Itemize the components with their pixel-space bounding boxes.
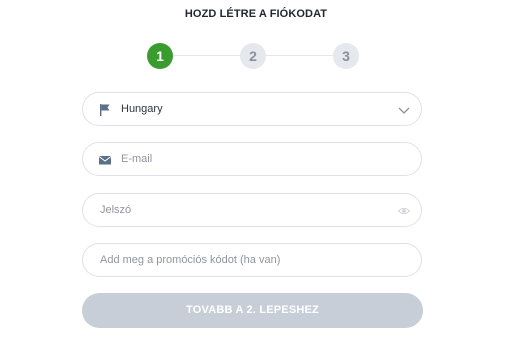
email-placeholder: E-mail xyxy=(121,153,153,165)
chevron-down-icon[interactable] xyxy=(397,103,411,117)
step-2: 2 xyxy=(240,43,266,69)
eye-icon[interactable] xyxy=(397,204,411,218)
password-field[interactable]: Jelszó xyxy=(82,193,422,227)
password-placeholder: Jelszó xyxy=(100,204,132,216)
step-connector xyxy=(173,55,240,56)
step-3: 3 xyxy=(333,43,359,69)
promo-code-placeholder: Add meg a promóciós kódot (ha van) xyxy=(100,254,281,266)
envelope-icon xyxy=(98,153,112,167)
page-title: HOZD LÉTRE A FIÓKODAT xyxy=(184,8,328,20)
registration-page: HOZD LÉTRE A FIÓKODAT 1 2 3 Hungary E-ma… xyxy=(0,0,512,343)
email-field[interactable]: E-mail xyxy=(82,142,422,176)
flag-icon xyxy=(98,103,112,117)
country-select[interactable]: Hungary xyxy=(82,92,422,126)
promo-code-field[interactable]: Add meg a promóciós kódot (ha van) xyxy=(82,243,422,277)
step-1: 1 xyxy=(147,43,173,69)
next-step-button[interactable]: TOVABB A 2. LEPESHEZ xyxy=(82,293,423,328)
country-value: Hungary xyxy=(121,103,163,115)
step-indicator: 1 2 3 xyxy=(147,43,359,69)
step-connector xyxy=(266,55,333,56)
